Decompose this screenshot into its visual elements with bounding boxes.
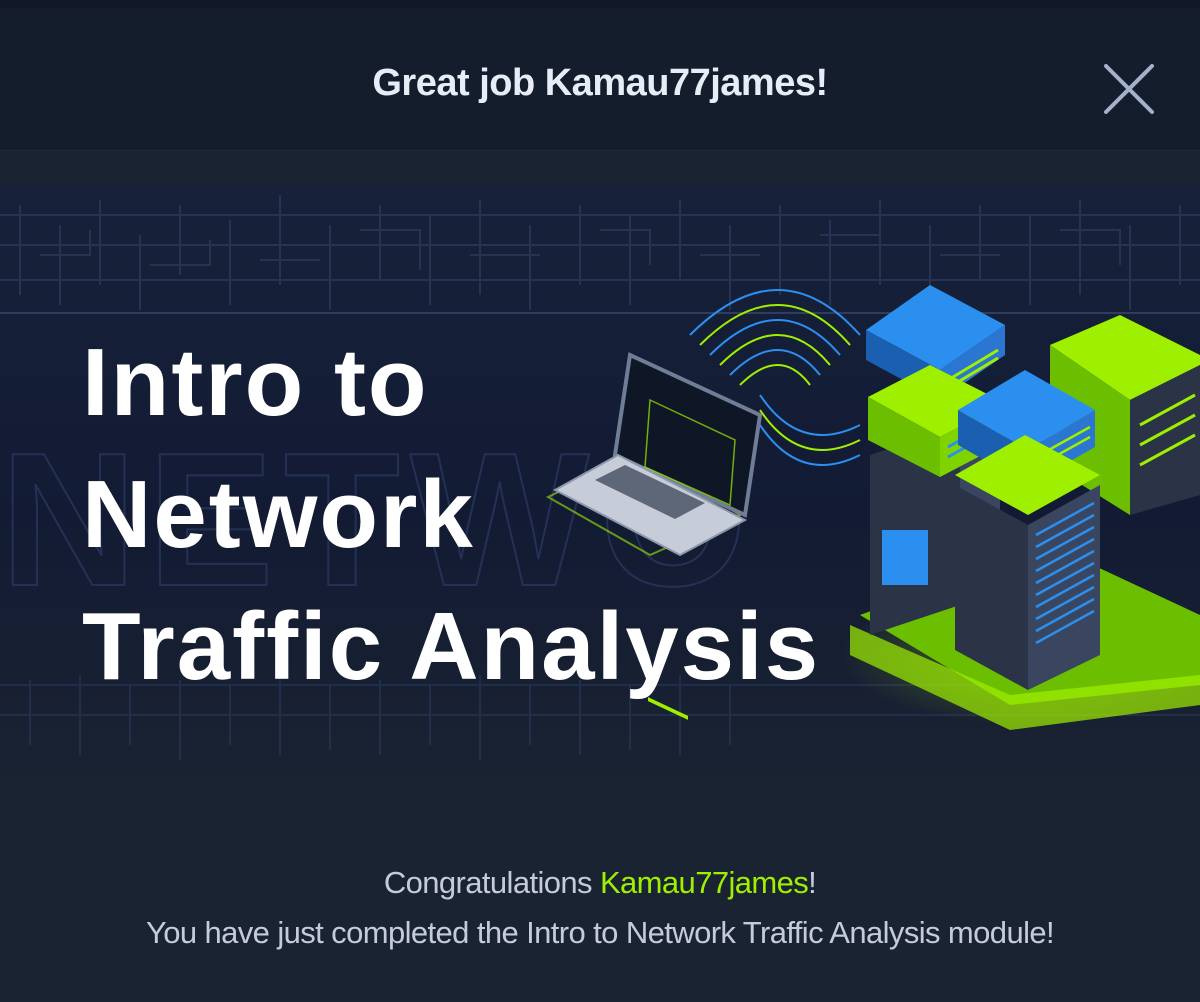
- close-button[interactable]: [1100, 60, 1158, 118]
- greeting-text: Congratulations: [383, 865, 600, 900]
- banner-title-line-2: Network: [82, 461, 475, 568]
- module-complete-dialog: Great job Kamau77james! NETWO Intro to N…: [0, 0, 1200, 1002]
- dialog-top-edge: [0, 0, 1200, 8]
- module-banner: NETWO Intro to Network Traffic Analysis: [0, 185, 1200, 785]
- dialog-title: Great job Kamau77james!: [372, 62, 828, 104]
- banner-title: Intro to Network Traffic Analysis: [82, 317, 820, 713]
- close-icon: [1104, 64, 1154, 114]
- completion-message: Congratulations Kamau77james! You have j…: [0, 858, 1200, 958]
- username-highlight: Kamau77james: [599, 865, 809, 900]
- banner-title-line-3: Traffic Analysis: [82, 593, 821, 700]
- banner-title-line-1: Intro to: [82, 329, 429, 436]
- greeting-end: !: [808, 865, 817, 900]
- dialog-header: Great job Kamau77james!: [0, 8, 1200, 151]
- congratulations-line: Congratulations Kamau77james!: [0, 858, 1200, 908]
- completion-line: You have just completed the Intro to Net…: [145, 915, 1055, 950]
